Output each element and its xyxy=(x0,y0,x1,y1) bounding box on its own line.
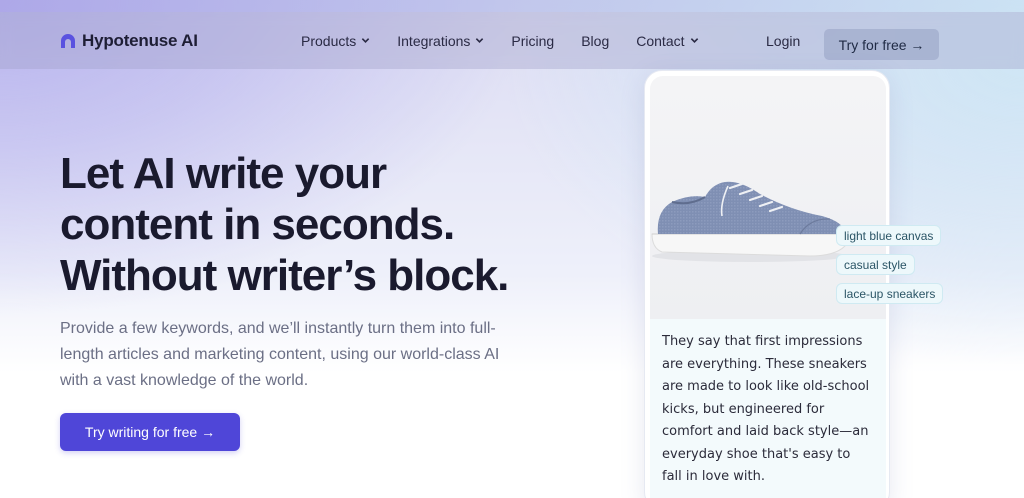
nav-item-blog[interactable]: Blog xyxy=(581,33,609,49)
brand-name: Hypotenuse AI xyxy=(82,30,198,50)
top-gradient-strip xyxy=(0,0,1024,12)
hero-subtitle: Provide a few keywords, and we’ll instan… xyxy=(60,320,500,389)
try-for-free-button[interactable]: Try for free → xyxy=(824,29,939,60)
nav-item-contact[interactable]: Contact xyxy=(636,33,698,49)
chevron-down-icon xyxy=(476,38,484,43)
try-writing-for-free-button[interactable]: Try writing for free → xyxy=(60,413,240,451)
hero-title-line: Without writer’s block. xyxy=(60,251,509,300)
nav-item-label: Contact xyxy=(636,32,685,49)
brand-logo[interactable]: Hypotenuse AI xyxy=(60,12,198,69)
hypotenuse-logo-icon xyxy=(60,33,76,49)
nav-item-pricing[interactable]: Pricing xyxy=(511,33,554,49)
nav-item-label: Pricing xyxy=(511,32,555,49)
chevron-down-icon xyxy=(690,38,698,43)
main-nav: Products Integrations Pricing Blog Conta… xyxy=(301,12,726,69)
nav-item-label: Products xyxy=(301,32,357,49)
nav-item-integrations[interactable]: Integrations xyxy=(397,33,484,49)
keyword-tag: light blue canvas xyxy=(836,225,942,246)
chevron-down-icon xyxy=(362,38,370,43)
keyword-tag: casual style xyxy=(836,254,915,275)
keyword-tag: lace-up sneakers xyxy=(836,283,944,304)
hero-title-line: content in seconds. xyxy=(60,200,455,249)
hero-title: Let AI write your content in seconds. Wi… xyxy=(60,148,620,301)
nav-item-products[interactable]: Products xyxy=(301,33,370,49)
hero-title-line: Let AI write your xyxy=(60,149,387,198)
generated-description: They say that first impressions are ever… xyxy=(650,319,886,498)
nav-item-label: Blog xyxy=(581,32,610,49)
nav-item-label: Integrations xyxy=(397,32,471,49)
login-link[interactable]: Login xyxy=(766,12,800,69)
site-header: Hypotenuse AI Products Integrations Pric… xyxy=(0,12,1024,69)
